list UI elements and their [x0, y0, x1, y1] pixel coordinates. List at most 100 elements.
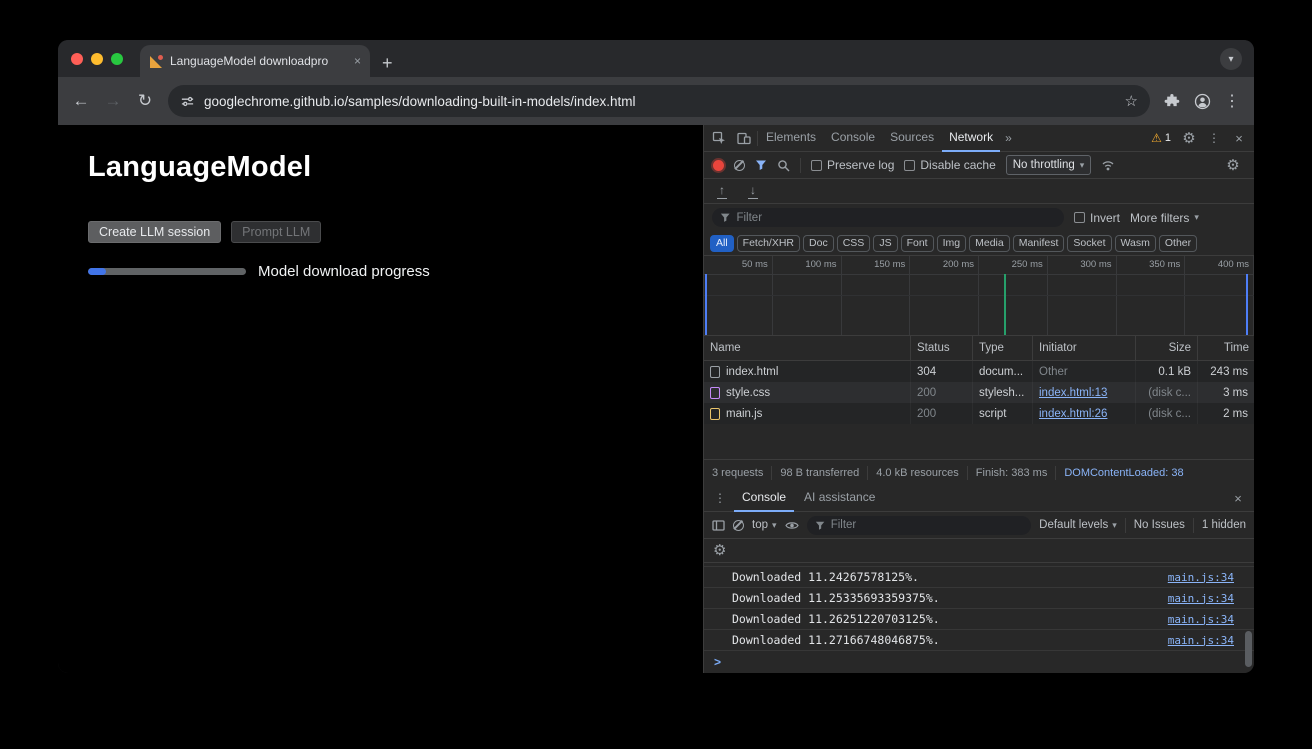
browser-tab[interactable]: LanguageModel downloadpro × [140, 45, 370, 77]
column-initiator[interactable]: Initiator [1033, 336, 1136, 360]
chip-all[interactable]: All [710, 235, 734, 252]
hidden-messages-count[interactable]: 1 hidden [1202, 519, 1246, 531]
extensions-puzzle-icon[interactable] [1158, 87, 1186, 115]
request-table-empty-area [704, 424, 1254, 459]
clear-console-icon[interactable] [733, 520, 744, 531]
network-filter-row: Invert More filters ▾ [704, 204, 1254, 231]
create-llm-session-button[interactable]: Create LLM session [88, 221, 221, 243]
reload-button[interactable]: ↻ [130, 86, 160, 116]
device-toolbar-icon[interactable] [732, 126, 756, 150]
source-link[interactable]: main.js:34 [1168, 613, 1234, 626]
console-filter-input[interactable] [807, 516, 1032, 535]
issues-counter[interactable]: ⚠ 1 [1146, 131, 1176, 145]
chip-manifest[interactable]: Manifest [1013, 235, 1065, 252]
tab-close-icon[interactable]: × [354, 54, 361, 68]
content-area: LanguageModel Create LLM session Prompt … [58, 125, 1254, 673]
site-info-icon[interactable] [180, 94, 195, 109]
live-expression-eye-icon[interactable] [785, 520, 799, 531]
filter-toggle-icon[interactable] [755, 159, 767, 171]
prompt-llm-button[interactable]: Prompt LLM [231, 221, 321, 243]
checkbox-icon [1074, 212, 1085, 223]
devtools-menu-icon[interactable]: ⋮ [1202, 126, 1226, 150]
request-row-index-html[interactable]: index.html 304 docum... Other 0.1 kB 243… [704, 361, 1254, 382]
devtools-close-icon[interactable]: × [1227, 126, 1251, 150]
clear-network-icon[interactable] [734, 160, 745, 171]
divider [757, 131, 758, 146]
model-progress-fill [88, 268, 106, 275]
column-name[interactable]: Name [704, 336, 911, 360]
source-link[interactable]: main.js:34 [1168, 592, 1234, 605]
preserve-log-checkbox[interactable]: Preserve log [811, 158, 894, 172]
column-size[interactable]: Size [1136, 336, 1198, 360]
chip-js[interactable]: JS [873, 235, 897, 252]
new-tab-button[interactable]: + [382, 54, 393, 72]
profile-avatar-icon[interactable] [1188, 87, 1216, 115]
column-status[interactable]: Status [911, 336, 973, 360]
record-icon[interactable] [713, 160, 724, 171]
more-panels-icon[interactable]: » [1001, 131, 1016, 145]
console-prompt[interactable]: > [704, 651, 1254, 673]
chip-css[interactable]: CSS [837, 235, 871, 252]
more-filters-dropdown[interactable]: More filters ▾ [1130, 211, 1199, 225]
disable-cache-checkbox[interactable]: Disable cache [904, 158, 995, 172]
request-row-main-js[interactable]: main.js 200 script index.html:26 (disk c… [704, 403, 1254, 424]
inspect-element-icon[interactable] [707, 126, 731, 150]
source-link[interactable]: main.js:34 [1168, 634, 1234, 647]
invert-checkbox[interactable]: Invert [1074, 211, 1120, 225]
initiator-link[interactable]: index.html:13 [1039, 387, 1107, 399]
console-message: Downloaded 11.26251220703125%. main.js:3… [704, 609, 1254, 630]
chip-media[interactable]: Media [969, 235, 1010, 252]
minimize-window-button[interactable] [91, 53, 103, 65]
tab-console[interactable]: Console [824, 125, 882, 152]
chip-img[interactable]: Img [937, 235, 967, 252]
network-conditions-icon[interactable] [1101, 159, 1115, 171]
context-selector[interactable]: top ▾ [752, 519, 777, 531]
console-settings-gear-icon[interactable]: ⚙ [713, 543, 726, 558]
drawer-tab-ai-assistance[interactable]: AI assistance [796, 485, 883, 512]
tab-strip: LanguageModel downloadpro × + ▾ [58, 40, 1254, 77]
warning-icon: ⚠ [1151, 131, 1162, 145]
request-type-chips: All Fetch/XHR Doc CSS JS Font Img Media … [704, 231, 1254, 256]
maximize-window-button[interactable] [111, 53, 123, 65]
chip-socket[interactable]: Socket [1067, 235, 1111, 252]
tab-sources[interactable]: Sources [883, 125, 941, 152]
request-row-style-css[interactable]: style.css 200 stylesh... index.html:13 (… [704, 382, 1254, 403]
import-har-icon[interactable]: ↑ [715, 184, 729, 199]
throttling-dropdown[interactable]: No throttling ▾ [1006, 155, 1092, 175]
tab-network[interactable]: Network [942, 125, 1000, 152]
address-bar[interactable]: googlechrome.github.io/samples/downloadi… [168, 85, 1150, 117]
chip-doc[interactable]: Doc [803, 235, 834, 252]
console-filter-field[interactable] [831, 519, 1023, 531]
console-sidebar-icon[interactable] [712, 519, 725, 532]
log-levels-dropdown[interactable]: Default levels ▾ [1039, 519, 1117, 531]
chip-other[interactable]: Other [1159, 235, 1197, 252]
search-icon[interactable] [777, 159, 790, 172]
drawer-close-icon[interactable]: × [1226, 486, 1250, 510]
export-har-icon[interactable]: ↓ [746, 184, 760, 199]
network-toolbar: Preserve log Disable cache No throttling… [704, 152, 1254, 179]
close-window-button[interactable] [71, 53, 83, 65]
bookmark-star-icon[interactable]: ☆ [1125, 92, 1138, 110]
browser-menu-icon[interactable]: ⋮ [1218, 87, 1246, 115]
back-button[interactable]: ← [66, 86, 96, 116]
window-controls [71, 53, 123, 65]
browser-toolbar: ← → ↻ googlechrome.github.io/samples/dow… [58, 77, 1254, 125]
source-link[interactable]: main.js:34 [1168, 571, 1234, 584]
drawer-menu-icon[interactable]: ⋮ [708, 486, 732, 510]
column-time[interactable]: Time [1198, 336, 1254, 360]
initiator-link[interactable]: index.html:26 [1039, 408, 1107, 420]
column-type[interactable]: Type [973, 336, 1033, 360]
tab-elements[interactable]: Elements [759, 125, 823, 152]
network-settings-icon[interactable]: ⚙ [1221, 153, 1245, 177]
network-filter-input[interactable] [712, 208, 1064, 227]
chip-font[interactable]: Font [901, 235, 934, 252]
issues-status[interactable]: No Issues [1134, 519, 1185, 531]
scrollbar-thumb[interactable] [1245, 631, 1252, 667]
chip-wasm[interactable]: Wasm [1115, 235, 1156, 252]
tab-search-button[interactable]: ▾ [1220, 48, 1242, 70]
network-timeline-overview[interactable]: 50 ms 100 ms 150 ms 200 ms 250 ms 300 ms… [704, 256, 1254, 336]
chip-fetch-xhr[interactable]: Fetch/XHR [737, 235, 800, 252]
drawer-tab-console[interactable]: Console [734, 485, 794, 512]
devtools-settings-icon[interactable]: ⚙ [1177, 126, 1201, 150]
filter-text-field[interactable] [736, 212, 1056, 224]
